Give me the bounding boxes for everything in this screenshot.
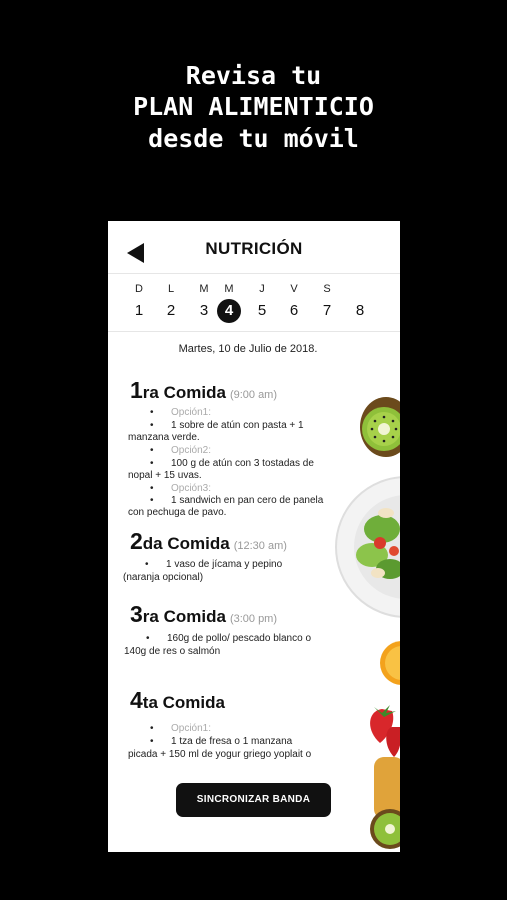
- kiwi-bottom-image: [370, 757, 400, 849]
- bullet: •: [150, 483, 154, 494]
- meal-name: ta Comida: [142, 693, 225, 712]
- day-number: 3: [199, 302, 209, 319]
- week-day-selector: D 1 L 2 M 3 M 4 J 5 V 6 S 7 8: [108, 281, 400, 332]
- meal-line: nopal + 15 uvas.: [128, 470, 202, 481]
- meal-time: (9:00 am): [229, 389, 278, 401]
- bullet: •: [150, 420, 154, 431]
- day-2[interactable]: L 2: [158, 281, 184, 323]
- day-letter: D: [135, 283, 143, 295]
- day-letter: M: [224, 283, 234, 295]
- meal-number: 2: [130, 528, 143, 554]
- meal-number: 1: [130, 377, 143, 403]
- day-letter: L: [167, 283, 175, 295]
- day-number: 7: [322, 302, 332, 319]
- meal-time: (3:00 pm): [229, 613, 278, 625]
- bullet: •: [150, 407, 154, 418]
- bullet: •: [145, 559, 149, 570]
- meal-line: picada + 150 ml de yogur griego yoplait …: [128, 749, 312, 760]
- headline-line-1: Revisa tu: [185, 61, 322, 90]
- meal-time: (12:30 am): [233, 540, 287, 552]
- meal-line: (naranja opcional): [123, 572, 204, 583]
- day-8[interactable]: 8: [347, 281, 373, 323]
- meal-4-title: 4ta Comida: [130, 687, 225, 714]
- meal-name: ra Comida: [142, 607, 226, 626]
- salad-plate-image: [335, 476, 400, 618]
- screen-title: NUTRICIÓN: [205, 239, 303, 258]
- top-bar: NUTRICIÓN: [108, 221, 400, 274]
- meal-2-title: 2da Comida (12:30 am): [130, 528, 287, 555]
- meal-line: 1 sandwich en pan cero de panela: [171, 495, 324, 506]
- option-label: Opción1:: [171, 723, 212, 734]
- option-label: Opción2:: [171, 445, 212, 456]
- meal-line: 1 vaso de jícama y pepino: [166, 559, 283, 570]
- day-letter: [347, 281, 373, 297]
- day-4-selected[interactable]: M 4: [216, 281, 242, 323]
- day-letter: M: [199, 283, 209, 295]
- sync-band-button[interactable]: SINCRONIZAR BANDA: [176, 783, 331, 817]
- strawberry-image: [370, 705, 400, 757]
- day-5[interactable]: J 5: [249, 281, 275, 323]
- day-number: 2: [166, 302, 176, 319]
- day-number: 5: [257, 302, 267, 319]
- meal-name: ra Comida: [142, 383, 226, 402]
- meal-line: con pechuga de pavo.: [128, 507, 227, 518]
- bullet: •: [150, 458, 154, 469]
- day-letter: S: [323, 283, 331, 295]
- day-3[interactable]: M 3: [191, 281, 217, 323]
- meal-line: 1 tza de fresa o 1 manzana: [171, 736, 293, 747]
- day-6[interactable]: V 6: [281, 281, 307, 323]
- bullet: •: [150, 495, 154, 506]
- option-label: Opción1:: [171, 407, 212, 418]
- meal-number: 4: [130, 687, 143, 713]
- selected-date: Martes, 10 de Julio de 2018.: [178, 343, 318, 355]
- day-7[interactable]: S 7: [314, 281, 340, 323]
- day-1[interactable]: D 1: [126, 281, 152, 323]
- nutrition-screen: NUTRICIÓN D 1 L 2 M 3 M 4 J 5 V 6 S 7 8 …: [108, 221, 400, 852]
- day-number: 6: [289, 302, 299, 319]
- day-letter: J: [259, 283, 265, 295]
- meal-3-title: 3ra Comida (3:00 pm): [130, 601, 277, 628]
- day-letter: V: [290, 283, 298, 295]
- day-number: 8: [355, 302, 365, 319]
- day-number: 1: [134, 302, 144, 319]
- meal-line: 160g de pollo/ pescado blanco o: [167, 633, 312, 644]
- headline-line-3: desde tu móvil: [148, 124, 359, 153]
- bullet: •: [150, 736, 154, 747]
- meal-number: 3: [130, 601, 143, 627]
- meal-name: da Comida: [142, 534, 230, 553]
- orange-image: [380, 641, 400, 685]
- day-number: 4: [217, 299, 241, 323]
- meal-line: 140g de res o salmón: [124, 646, 221, 657]
- bullet: •: [150, 445, 154, 456]
- headline-line-2: PLAN ALIMENTICIO: [133, 92, 374, 121]
- kiwi-image: [360, 397, 400, 457]
- bullet: •: [150, 723, 154, 734]
- option-label: Opción3:: [171, 483, 212, 494]
- meal-line: 100 g de atún con 3 tostadas de: [171, 458, 314, 469]
- meal-1-title: 1ra Comida (9:00 am): [130, 377, 277, 404]
- meal-line: 1 sobre de atún con pasta + 1: [171, 420, 304, 431]
- meal-line: manzana verde.: [128, 432, 200, 443]
- bullet: •: [146, 633, 150, 644]
